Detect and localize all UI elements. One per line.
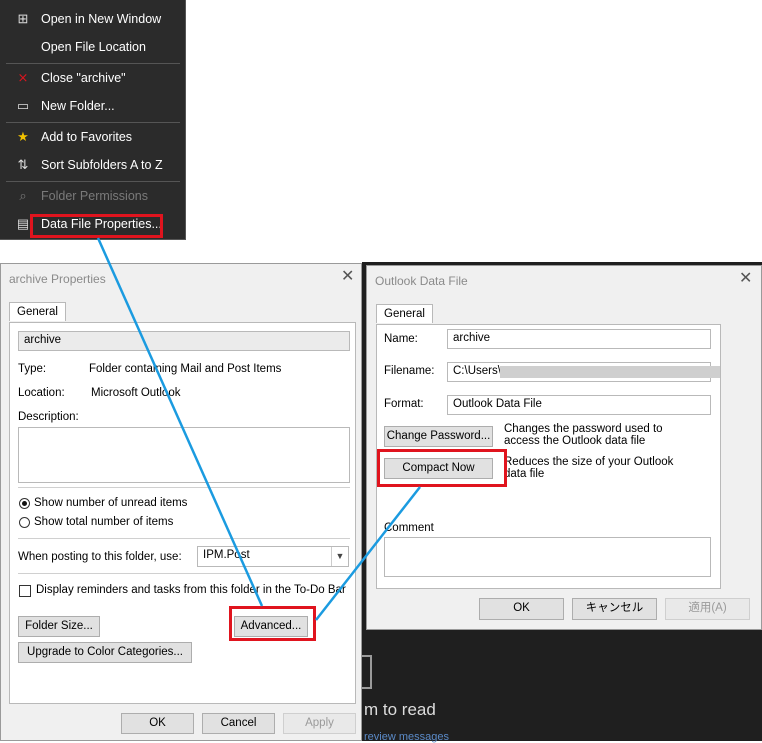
connector-line-1 <box>96 237 264 607</box>
connector-arrows <box>96 237 421 621</box>
connector-line-2 <box>315 486 421 621</box>
